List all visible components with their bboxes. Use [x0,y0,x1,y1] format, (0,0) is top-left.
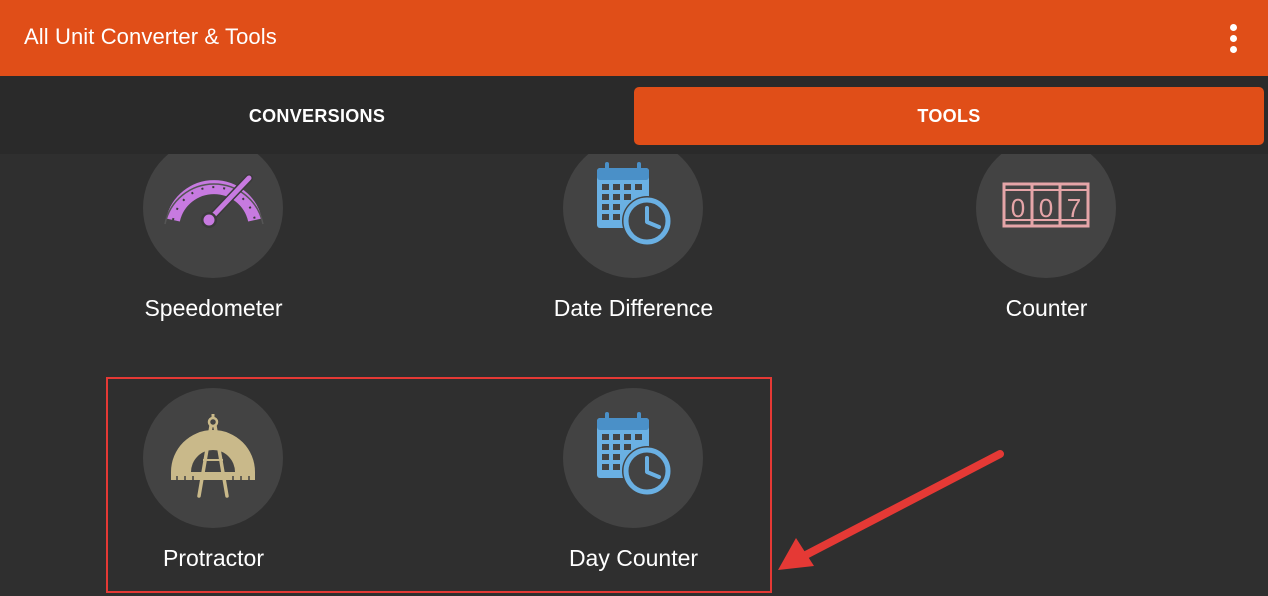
tool-icon-circle [563,154,703,278]
tool-icon-circle [143,154,283,278]
speedometer-icon [164,174,264,228]
tool-label: Speedometer [144,295,283,321]
tool-icon-circle: 0 0 7 [976,154,1116,278]
counter-digit: 7 [1067,193,1081,223]
annotation-arrow-icon [778,450,1004,570]
tool-date-difference[interactable]: Date Difference [427,154,840,348]
tab-tools[interactable]: TOOLS [634,87,1264,145]
tool-counter[interactable]: 0 0 7 Counter [840,154,1253,348]
tab-bar: CONVERSIONS TOOLS [0,76,1268,154]
annotation-highlight-box [106,377,772,593]
tool-label: Date Difference [553,295,714,321]
app-title: All Unit Converter & Tools [24,24,277,49]
tool-speedometer[interactable]: Speedometer [7,154,420,348]
more-vert-icon[interactable] [1216,18,1252,58]
calendar-clock-icon [597,162,672,246]
counter-digit: 0 [1011,193,1025,223]
tab-conversions[interactable]: CONVERSIONS [0,87,634,145]
counter-icon: 0 0 7 [1002,182,1090,228]
counter-digit: 0 [1039,193,1053,223]
tool-label: Counter [1005,295,1088,321]
app-bar: All Unit Converter & Tools [0,0,1268,76]
